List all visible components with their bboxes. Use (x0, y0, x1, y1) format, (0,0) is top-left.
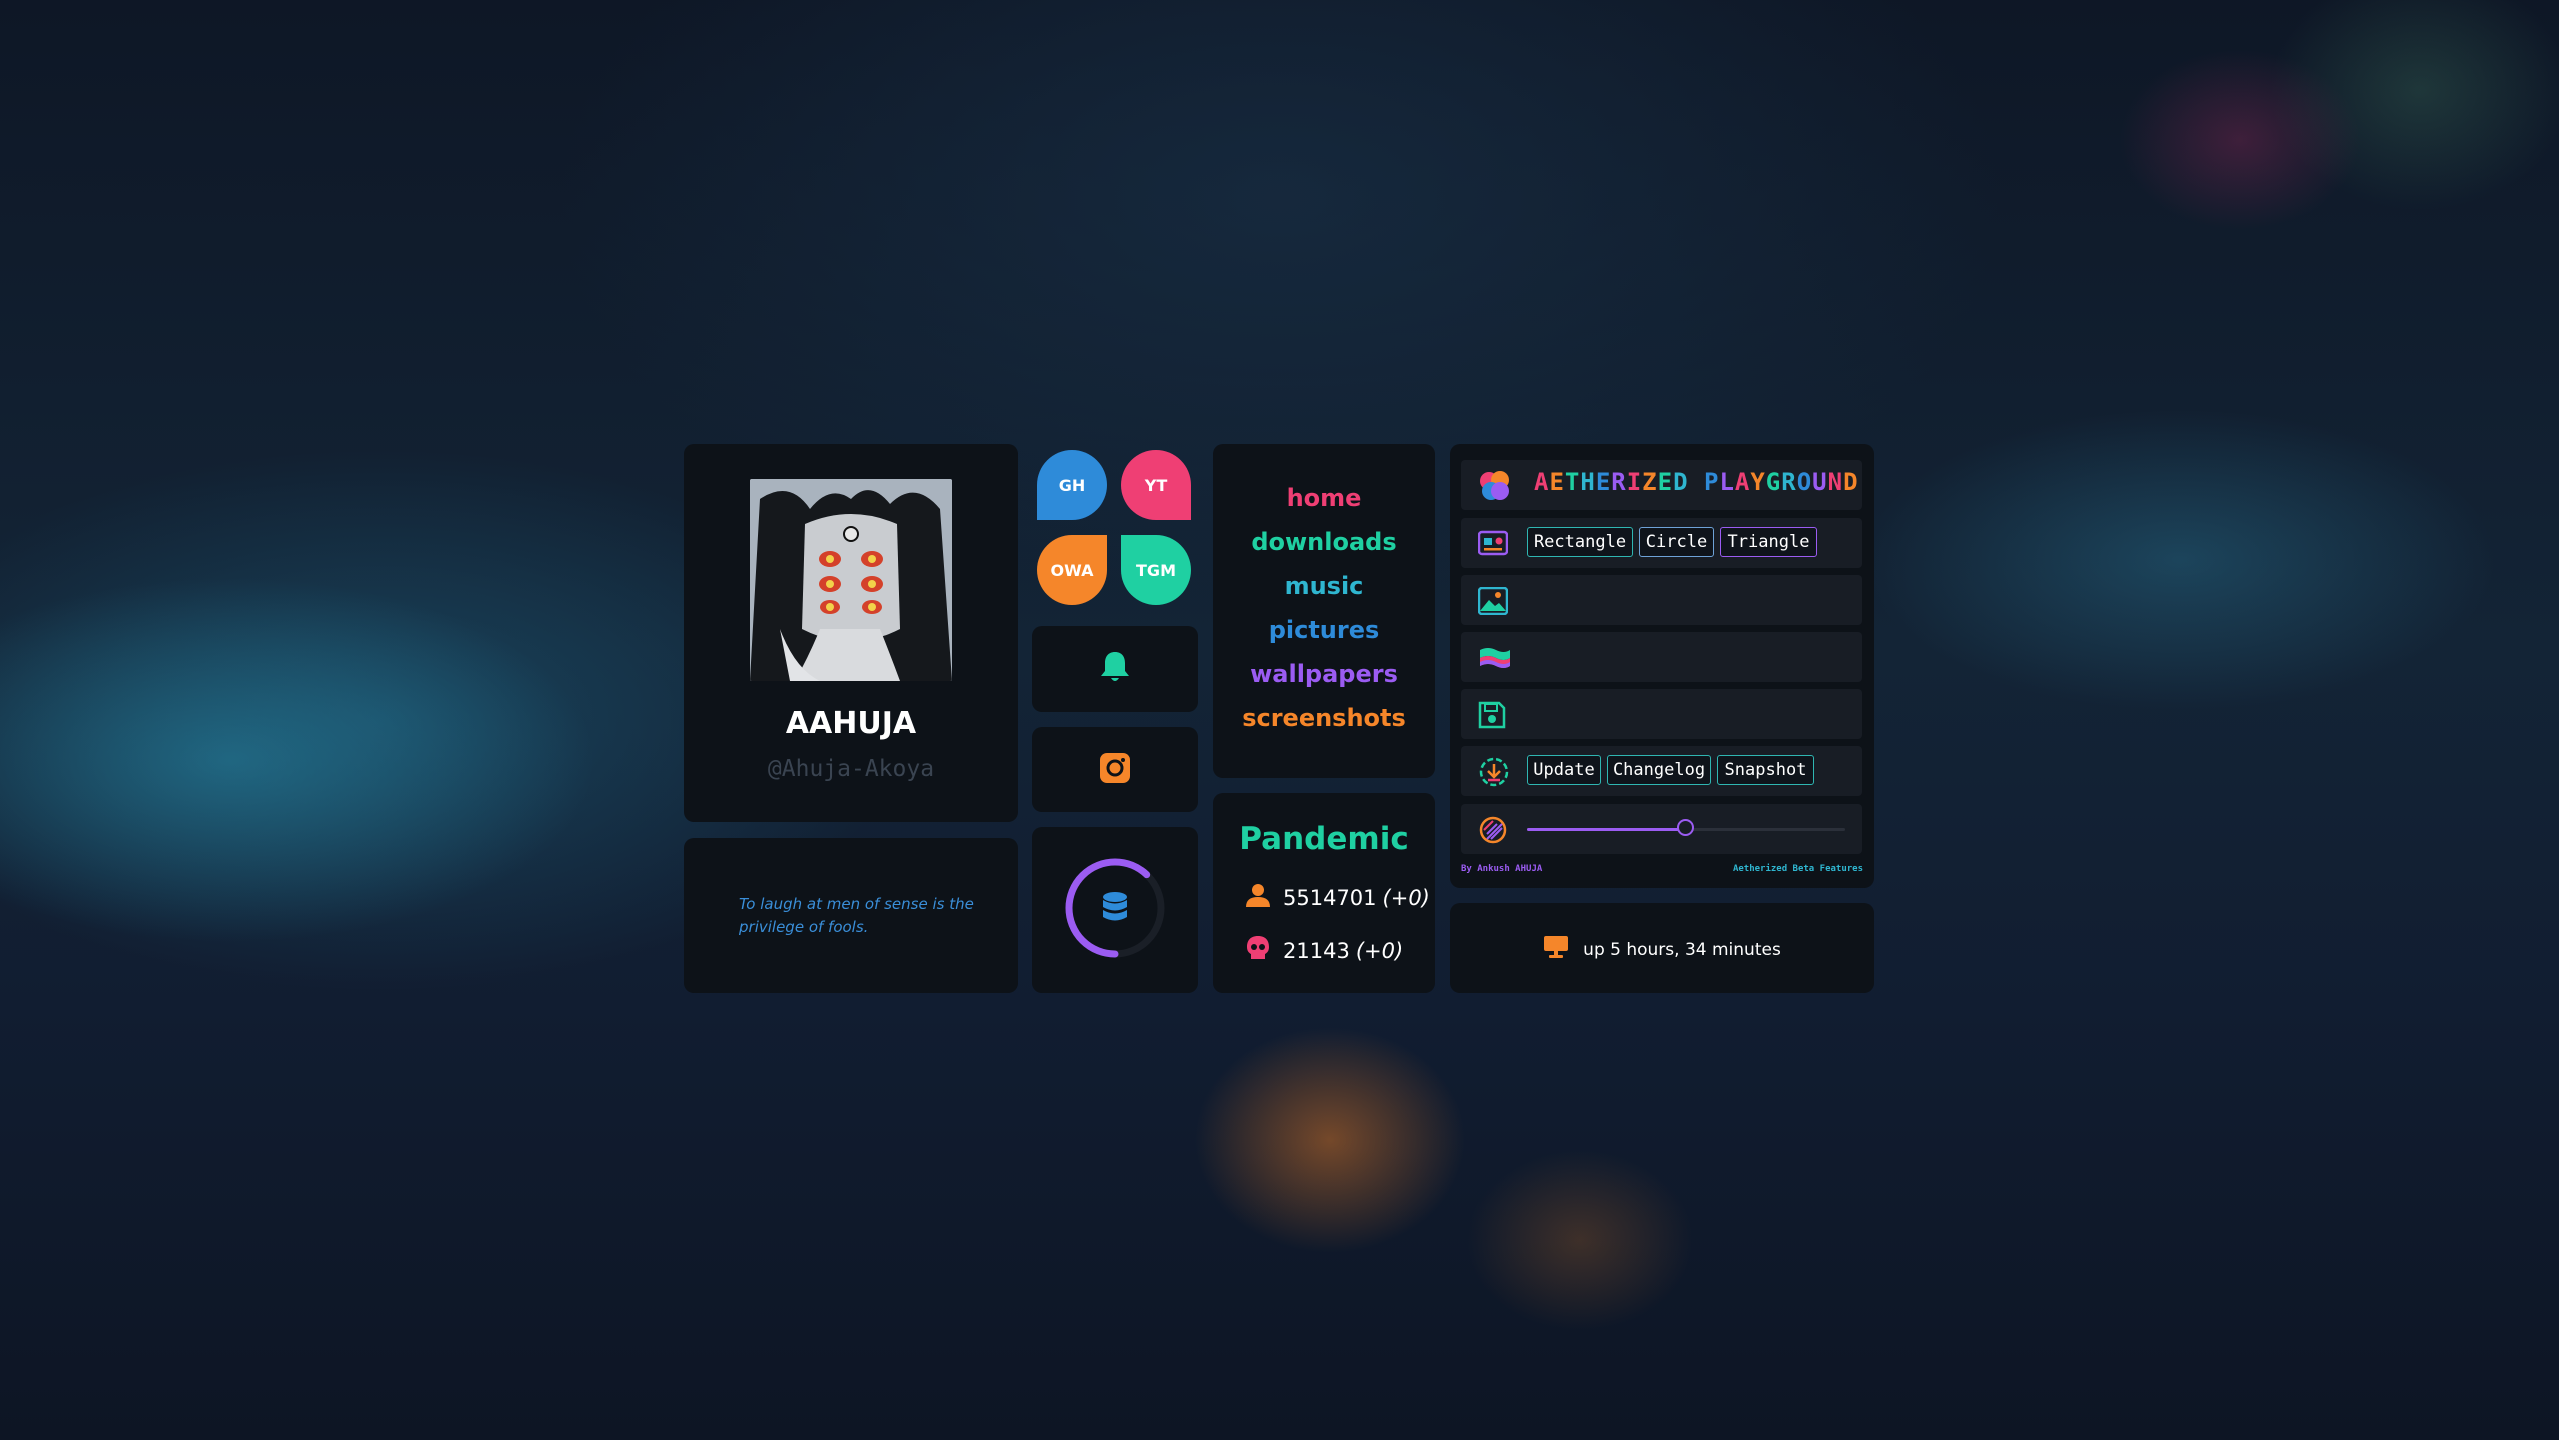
youtube-link-button[interactable]: YT (1121, 450, 1191, 520)
quote-text: To laugh at men of sense is the privileg… (739, 895, 974, 936)
shapes-row: Rectangle Circle Triangle (1461, 518, 1862, 568)
monitor-icon (1543, 935, 1569, 964)
disk-usage-ring (1063, 856, 1167, 964)
playground-subtitle: Aetherized Beta Features (1732, 864, 1863, 874)
cases-delta: (+0) (1382, 885, 1430, 910)
title-letter: G (1765, 468, 1782, 496)
notifications-button[interactable] (1032, 626, 1198, 712)
profile-name: AAHUJA (785, 706, 917, 741)
telegram-link-button[interactable]: TGM (1121, 535, 1191, 605)
title-letter: L (1719, 468, 1735, 496)
cases-count: 5514701 (1283, 885, 1377, 910)
quote-card: To laugh at men of sense is the privileg… (684, 838, 1018, 993)
update-row: Update Changelog Snapshot (1461, 746, 1862, 796)
title-letter: R (1611, 468, 1627, 496)
title-letter: U (1812, 468, 1828, 496)
profile-handle[interactable]: @Ahuja-Akoya (684, 756, 1018, 782)
outlook-link-button[interactable]: OWA (1037, 535, 1107, 605)
blur-slider[interactable] (1527, 819, 1845, 836)
playground-title: AETHERIZED PLAYGROUND (1534, 468, 1859, 496)
link-music[interactable]: music (1213, 572, 1435, 600)
title-letter: P (1703, 468, 1720, 496)
disk-usage-card (1032, 827, 1198, 993)
uptime-card: up 5 hours, 34 minutes (1450, 903, 1874, 993)
slider-row (1461, 804, 1862, 854)
github-link-button[interactable]: GH (1037, 450, 1107, 520)
bell-icon (1099, 650, 1131, 688)
save-row[interactable] (1461, 689, 1862, 739)
title-letter: R (1781, 468, 1797, 496)
playground-header: AETHERIZED PLAYGROUND (1461, 460, 1862, 510)
title-letter: I (1626, 468, 1643, 496)
save-icon (1478, 701, 1506, 733)
download-icon (1478, 756, 1510, 792)
skull-icon (1245, 935, 1271, 966)
pandemic-title: Pandemic (1239, 821, 1409, 857)
title-letter: D (1673, 468, 1689, 496)
title-letter: Y (1750, 468, 1766, 496)
title-letter: Z (1642, 468, 1658, 496)
uptime-text: up 5 hours, 34 minutes (1583, 939, 1781, 960)
database-icon (1103, 892, 1127, 921)
update-button[interactable]: Update (1527, 755, 1601, 785)
slider-thumb[interactable] (1677, 819, 1694, 836)
title-letter: A (1734, 468, 1751, 496)
link-downloads[interactable]: downloads (1213, 528, 1435, 556)
changelog-button[interactable]: Changelog (1607, 755, 1711, 785)
slider-fill (1527, 828, 1686, 831)
image-icon (1477, 586, 1509, 619)
folder-links-card: home downloads music pictures wallpapers… (1213, 444, 1435, 778)
deaths-delta: (+0) (1355, 938, 1404, 963)
title-letter: E (1549, 468, 1565, 496)
shapes-icon (1477, 530, 1509, 560)
title-letter: E (1595, 468, 1612, 496)
user-icon (1245, 883, 1271, 912)
link-pictures[interactable]: pictures (1213, 616, 1435, 644)
title-letter: H (1580, 468, 1596, 496)
playground-author: By Ankush AHUJA (1461, 864, 1543, 874)
avatar (750, 479, 952, 681)
title-letter (1689, 468, 1704, 496)
cases-row: 5514701 (+0) (1245, 883, 1430, 912)
flag-row[interactable] (1461, 632, 1862, 682)
title-letter: T (1564, 468, 1581, 496)
profile-card: AAHUJA @Ahuja-Akoya (684, 444, 1018, 822)
title-letter: E (1657, 468, 1674, 496)
title-letter: O (1796, 468, 1813, 496)
pandemic-card: Pandemic 5514701 (+0) 21143 (+0) (1213, 793, 1435, 993)
title-letter: D (1843, 468, 1859, 496)
rectangle-button[interactable]: Rectangle (1527, 527, 1633, 557)
triangle-button[interactable]: Triangle (1720, 527, 1817, 557)
flag-icon (1478, 646, 1512, 674)
image-row[interactable] (1461, 575, 1862, 625)
palette-icon (1478, 470, 1512, 506)
circle-button[interactable]: Circle (1639, 527, 1714, 557)
title-letter: N (1827, 468, 1844, 496)
instagram-icon (1100, 752, 1130, 787)
blur-icon (1478, 815, 1508, 849)
snapshot-button[interactable]: Snapshot (1717, 755, 1814, 785)
deaths-row: 21143 (+0) (1245, 935, 1403, 966)
link-home[interactable]: home (1213, 484, 1435, 512)
aetherized-playground-card: AETHERIZED PLAYGROUND Rectangle Circle T… (1450, 444, 1874, 888)
title-letter: A (1534, 468, 1550, 496)
link-wallpapers[interactable]: wallpapers (1213, 660, 1435, 688)
link-screenshots[interactable]: screenshots (1213, 704, 1435, 732)
deaths-count: 21143 (1283, 938, 1350, 963)
instagram-button[interactable] (1032, 727, 1198, 812)
